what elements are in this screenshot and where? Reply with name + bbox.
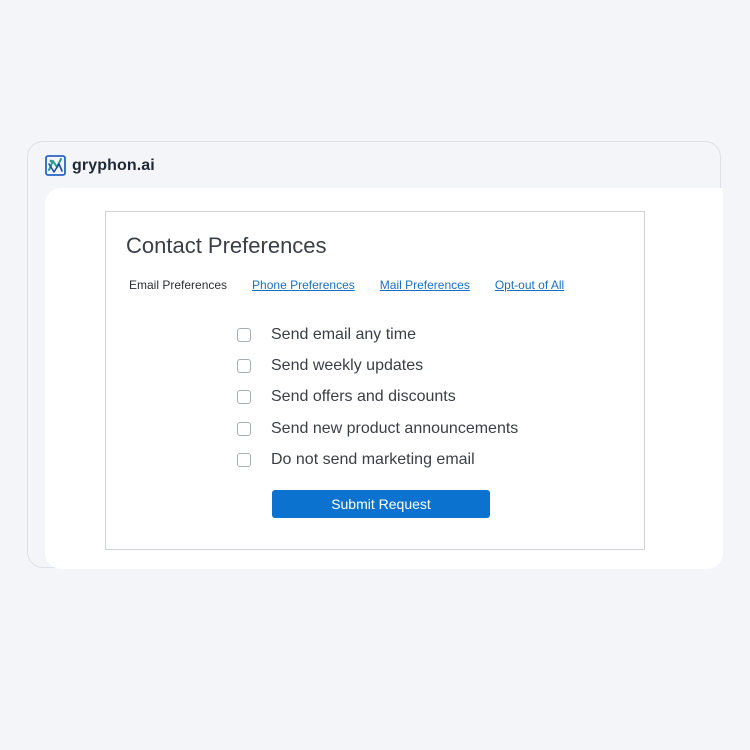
submit-request-button[interactable]: Submit Request — [272, 490, 490, 518]
checkbox[interactable] — [237, 327, 251, 342]
preferences-tabs: Email Preferences Phone Preferences Mail… — [129, 278, 589, 292]
checkbox[interactable] — [237, 390, 251, 405]
form-title: Contact Preferences — [126, 233, 327, 258]
checkbox[interactable] — [237, 452, 251, 467]
option-label: Do not send marketing email — [271, 450, 475, 468]
app-window: gryphon.ai Contact Preferences Email Pre… — [27, 141, 723, 569]
option-label: Send new product announcements — [271, 419, 519, 437]
option-label: Send email any time — [271, 325, 416, 343]
option-label: Send weekly updates — [271, 356, 424, 374]
tab-phone-preferences[interactable]: Phone Preferences — [252, 278, 355, 292]
tab-opt-out-of-all[interactable]: Opt-out of All — [495, 278, 564, 292]
content-panel: Contact Preferences Email Preferences Ph… — [45, 188, 723, 569]
option-send-email-any-time[interactable]: Send email any time — [237, 319, 518, 350]
brand-header: gryphon.ai — [45, 155, 155, 176]
checkbox[interactable] — [237, 421, 251, 436]
gryphon-logo-icon — [45, 155, 66, 176]
option-send-offers-and-discounts[interactable]: Send offers and discounts — [237, 382, 518, 413]
email-options-list: Send email any time Send weekly updates … — [237, 319, 518, 475]
checkbox[interactable] — [237, 358, 251, 373]
tab-mail-preferences[interactable]: Mail Preferences — [380, 278, 470, 292]
contact-preferences-form: Contact Preferences Email Preferences Ph… — [105, 211, 645, 550]
option-label: Send offers and discounts — [271, 388, 456, 406]
option-do-not-send-marketing-email[interactable]: Do not send marketing email — [237, 444, 518, 475]
tab-email-preferences[interactable]: Email Preferences — [129, 278, 227, 292]
option-send-weekly-updates[interactable]: Send weekly updates — [237, 350, 518, 381]
brand-name: gryphon.ai — [72, 156, 155, 174]
option-send-new-product-announcements[interactable]: Send new product announcements — [237, 413, 518, 444]
